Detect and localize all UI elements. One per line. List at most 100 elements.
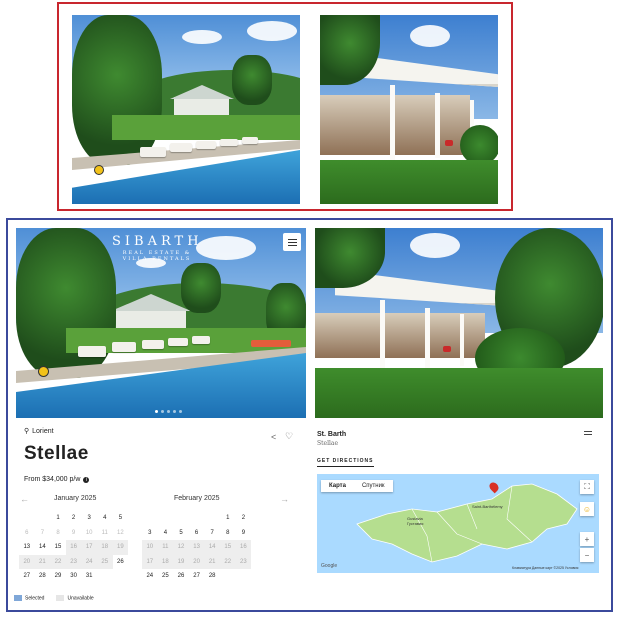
calendar-day[interactable]: 16: [65, 540, 82, 555]
site-logo[interactable]: SIBARTH REAL ESTATE & VILLA RENTALS: [112, 234, 202, 262]
calendar-day[interactable]: 22: [219, 554, 236, 569]
calendar-day[interactable]: 23: [65, 554, 82, 569]
calendar-day[interactable]: 6: [19, 526, 35, 541]
street-view-icon[interactable]: ☺: [580, 502, 594, 516]
calendar-day[interactable]: 2: [236, 511, 252, 526]
calendar-day[interactable]: 17: [81, 540, 97, 555]
panel-menu-icon[interactable]: [584, 431, 592, 435]
zoom-out-button[interactable]: −: [580, 548, 594, 562]
calendar-day[interactable]: 16: [235, 540, 252, 555]
calendar-day[interactable]: 29: [50, 569, 66, 584]
location-label: ⚲ Lorient: [24, 427, 54, 436]
calendar-day[interactable]: 15: [219, 540, 236, 555]
calendar-empty: [189, 511, 205, 526]
calendar-prev-button[interactable]: ←: [20, 494, 29, 504]
calendar-day[interactable]: 12: [173, 540, 189, 555]
calendar-day[interactable]: 14: [35, 540, 51, 555]
calendar-empty: [158, 511, 174, 526]
calendar-day[interactable]: 9: [236, 526, 252, 541]
calendar-day[interactable]: 23: [235, 554, 252, 569]
calendar-day[interactable]: 11: [97, 526, 113, 541]
map-label-gustavia-ru: Густавия: [407, 521, 424, 526]
calendar-day[interactable]: 18: [157, 554, 174, 569]
calendar-day[interactable]: 28: [35, 569, 51, 584]
calendar-day[interactable]: 2: [66, 511, 82, 526]
calendar-day[interactable]: 13: [19, 540, 35, 555]
calendar-day[interactable]: 9: [66, 526, 82, 541]
google-logo: Google: [321, 563, 338, 569]
calendar-day[interactable]: 6: [189, 526, 205, 541]
calendar-day[interactable]: 20: [188, 554, 205, 569]
calendar-day[interactable]: 22: [50, 554, 66, 569]
calendar-day[interactable]: 24: [81, 554, 97, 569]
calendar-day[interactable]: 4: [158, 526, 174, 541]
calendar-day[interactable]: 21: [204, 554, 220, 569]
terrace-photo[interactable]: [315, 228, 603, 418]
month-title-january: January 2025: [54, 495, 97, 502]
calendar-day[interactable]: 26: [113, 555, 129, 570]
calendar-day[interactable]: 7: [204, 526, 220, 541]
slide-indicator[interactable]: [155, 410, 182, 413]
calendar-day[interactable]: 1: [220, 511, 236, 526]
calendar-day[interactable]: 25: [158, 569, 174, 584]
calendar-day[interactable]: 20: [19, 554, 35, 569]
satellite-tab[interactable]: Спутник: [354, 480, 393, 492]
villa-title: Stellae: [24, 443, 89, 464]
calendar-day[interactable]: 19: [112, 540, 129, 555]
map-widget[interactable]: Карта Спутник Gustavia Густавия Saint-Ba…: [317, 474, 599, 573]
calendar-next-button[interactable]: →: [280, 494, 289, 504]
zoom-in-button[interactable]: +: [580, 532, 594, 546]
map-footer[interactable]: Клавиатура Данные карт ©2025 Условия: [512, 566, 578, 570]
region-subtitle: Stellae: [317, 440, 339, 447]
location-text: Lorient: [32, 427, 54, 435]
calendar-day[interactable]: 13: [188, 540, 205, 555]
calendar-day[interactable]: 31: [81, 569, 97, 584]
calendar-empty: [220, 569, 236, 584]
calendar-day[interactable]: 27: [19, 569, 35, 584]
hamburger-menu-button[interactable]: [283, 233, 301, 251]
calendar-day[interactable]: 15: [50, 540, 66, 555]
calendar-empty: [19, 511, 35, 526]
map-type-tabs[interactable]: Карта Спутник: [321, 480, 393, 492]
calendar-day[interactable]: 17: [142, 554, 158, 569]
map-tab[interactable]: Карта: [321, 480, 354, 492]
calendar-day[interactable]: 8: [50, 526, 66, 541]
calendar-day[interactable]: 1: [50, 511, 66, 526]
calendar-day[interactable]: 12: [113, 526, 129, 541]
calendar-day[interactable]: 10: [81, 526, 97, 541]
calendar-day[interactable]: 21: [34, 554, 51, 569]
location-pin-icon: ⚲: [24, 428, 30, 435]
info-icon[interactable]: i: [83, 476, 90, 483]
calendar-day[interactable]: 24: [142, 569, 158, 584]
calendar-day[interactable]: 28: [204, 569, 220, 584]
share-icon[interactable]: <: [271, 432, 276, 442]
calendar-day[interactable]: 27: [189, 569, 205, 584]
calendar-day[interactable]: 19: [173, 554, 189, 569]
calendar-day[interactable]: 3: [81, 511, 97, 526]
calendar-day[interactable]: 5: [173, 526, 189, 541]
calendar-empty: [173, 511, 189, 526]
calendar-day[interactable]: 26: [173, 569, 189, 584]
calendar-day[interactable]: 5: [113, 511, 129, 526]
calendar-day[interactable]: 11: [157, 540, 174, 555]
calendar-empty: [204, 511, 220, 526]
calendar-day[interactable]: 25: [96, 554, 113, 569]
map-label-island: Saint-Barthélemy: [472, 504, 503, 509]
fullscreen-icon[interactable]: ⛶: [580, 480, 594, 494]
covered-terrace-photo[interactable]: [320, 15, 498, 204]
calendar-day[interactable]: 18: [96, 540, 113, 555]
calendar-day[interactable]: 7: [35, 526, 51, 541]
calendar-day[interactable]: 10: [142, 540, 158, 555]
legend-unavailable: Unavailable: [56, 595, 94, 601]
calendar-day[interactable]: 30: [66, 569, 82, 584]
calendar-day[interactable]: 3: [142, 526, 158, 541]
get-directions-link[interactable]: GET DIRECTIONS: [317, 458, 374, 467]
calendar-day[interactable]: 4: [97, 511, 113, 526]
calendar-empty: [236, 569, 252, 584]
pool-villa-photo[interactable]: [72, 15, 300, 204]
calendar-day[interactable]: 8: [220, 526, 236, 541]
calendar-january: 1 2 3 4 5 6 7 8 9 10 11 12 13 14 15 16 17 18 19 20 21 22 23 24 2…: [19, 511, 129, 584]
calendar-empty: [97, 569, 113, 584]
calendar-day[interactable]: 14: [204, 540, 220, 555]
favorite-heart-icon[interactable]: ♡: [285, 431, 293, 442]
